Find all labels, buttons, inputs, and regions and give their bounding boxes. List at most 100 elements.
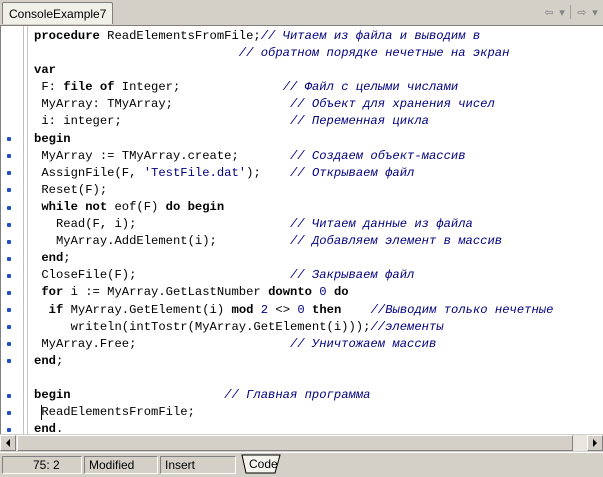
code-line[interactable]: end;	[34, 250, 553, 267]
code-line[interactable]: CloseFile(F); // Закрываем файл	[34, 267, 553, 284]
code-token: eof(F)	[107, 199, 166, 214]
code-line[interactable]: Read(F, i); // Читаем данные из файла	[34, 216, 553, 233]
code-keyword: file of	[63, 80, 115, 95]
breakpoint-dot-icon[interactable]	[7, 319, 13, 336]
breakpoint-dot-icon[interactable]	[7, 285, 13, 302]
code-tab-label: Code	[249, 457, 278, 471]
code-token: Integer;	[114, 80, 283, 95]
text-caret	[41, 405, 42, 421]
scroll-right-button[interactable]	[587, 435, 603, 451]
nav-separator	[570, 5, 571, 19]
code-token: i: integer;	[34, 114, 290, 129]
code-comment: // Добавляем элемент в массив	[289, 234, 503, 249]
code-token: ReadElementsFromFile;	[34, 405, 195, 420]
code-line[interactable]	[34, 370, 553, 387]
code-line[interactable]: begin // Главная программа	[34, 387, 553, 404]
code-token: i := MyArray.GetLastNumber	[63, 285, 269, 300]
forward-dropdown-icon[interactable]: ▾	[591, 4, 599, 20]
breakpoint-dot-icon[interactable]	[7, 165, 13, 182]
code-comment: // Объект для хранения чисел	[289, 97, 495, 112]
code-line[interactable]: MyArray: TMyArray; // Объект для хранени…	[34, 96, 553, 113]
code-line[interactable]: ReadElementsFromFile;	[34, 404, 553, 421]
code-keyword: do begin	[165, 199, 225, 214]
breakpoint-dot-icon[interactable]	[7, 182, 13, 199]
breakpoint-dot-icon[interactable]	[7, 233, 13, 250]
scroll-left-arrow-icon	[6, 439, 10, 447]
code-token: Read(F, i);	[34, 217, 290, 232]
code-line[interactable]: AssignFile(F, 'TestFile.dat'); // Открыв…	[34, 165, 553, 182]
horizontal-scrollbar[interactable]	[0, 434, 603, 451]
code-comment: // Читаем данные из файла	[289, 217, 473, 232]
code-keyword: then	[312, 302, 342, 317]
code-line[interactable]: MyArray := TMyArray.create; // Создаем о…	[34, 148, 553, 165]
code-line[interactable]: for i := MyArray.GetLastNumber downto 0 …	[34, 284, 553, 301]
navigation-buttons: ⇦ ▾ ⇨ ▾	[542, 4, 599, 20]
breakpoint-dot-icon[interactable]	[7, 216, 13, 233]
back-dropdown-icon[interactable]: ▾	[558, 4, 566, 20]
code-editor[interactable]: procedure ReadElementsFromFile; // Читаем…	[0, 26, 603, 436]
code-keyword: for	[41, 285, 64, 300]
breakpoint-dot-icon[interactable]	[7, 336, 13, 353]
code-keyword: end	[41, 251, 64, 266]
code-comment: // Создаем объект-массив	[289, 148, 466, 163]
code-line[interactable]: i: integer; // Переменная цикла	[34, 113, 553, 130]
tab-consoleexample7[interactable]: ConsoleExample7	[2, 2, 114, 24]
code-comment: // Уничтожаем массив	[289, 336, 437, 351]
breakpoint-dot-icon[interactable]	[7, 250, 13, 267]
code-line[interactable]: procedure ReadElementsFromFile;// Читаем…	[34, 28, 553, 45]
code-text[interactable]: procedure ReadElementsFromFile; // Читаем…	[34, 28, 553, 438]
code-comment: //Выводим только нечетные	[370, 302, 554, 317]
scrollbar-thumb[interactable]	[17, 435, 573, 451]
tab-code[interactable]: Code	[241, 454, 281, 474]
status-bar: 75: 2 Modified Insert Code	[0, 452, 603, 477]
breakpoint-dot-icon[interactable]	[7, 404, 13, 421]
code-token: Reset(F);	[34, 182, 108, 197]
gutter-divider	[23, 26, 24, 434]
code-line[interactable]: F: file of Integer; // Файл с целыми чис…	[34, 79, 553, 96]
code-line[interactable]: MyArray.AddElement(i); // Добавляем элем…	[34, 233, 553, 250]
forward-arrow-icon[interactable]: ⇨	[575, 4, 589, 20]
code-line[interactable]: Reset(F);	[34, 182, 553, 199]
code-token: 0	[297, 302, 305, 317]
scroll-left-button[interactable]	[0, 435, 16, 451]
code-line[interactable]: end;	[34, 353, 553, 370]
code-keyword: if	[48, 302, 64, 317]
breakpoint-dot-icon[interactable]	[7, 199, 13, 216]
code-keyword: begin	[34, 387, 71, 402]
code-token: writeln(intTostr(MyArray.GetElement(i)))…	[34, 319, 371, 334]
code-line[interactable]: // обратном порядке нечетные на экран	[34, 45, 553, 62]
modified-indicator: Modified	[84, 456, 158, 474]
code-line[interactable]: var	[34, 62, 553, 79]
scroll-right-arrow-icon	[593, 439, 597, 447]
cursor-position: 75: 2	[2, 456, 82, 474]
code-keyword: procedure	[34, 29, 100, 43]
code-token: ReadElementsFromFile;	[99, 29, 261, 43]
code-token: AssignFile(F,	[34, 165, 144, 180]
code-token: <>	[268, 302, 298, 317]
code-line[interactable]: writeln(intTostr(MyArray.GetElement(i)))…	[34, 319, 553, 336]
back-arrow-icon[interactable]: ⇦	[542, 4, 556, 20]
breakpoint-dot-icon[interactable]	[7, 302, 13, 319]
code-comment: // Закрываем файл	[289, 268, 415, 283]
code-line[interactable]: if MyArray.GetElement(i) mod 2 <> 0 then…	[34, 302, 554, 319]
code-keyword: while not	[41, 199, 108, 214]
code-comment: // Открываем файл	[290, 165, 415, 180]
code-token: F:	[34, 80, 64, 95]
code-keyword: do	[333, 285, 349, 300]
breakpoint-dot-icon[interactable]	[7, 267, 13, 284]
code-keyword: var	[34, 63, 56, 78]
breakpoint-dot-icon[interactable]	[7, 387, 13, 404]
breakpoint-dot-icon[interactable]	[7, 148, 13, 165]
code-line[interactable]: MyArray.Free; // Уничтожаем массив	[34, 336, 553, 353]
code-line[interactable]: while not eof(F) do begin	[34, 199, 553, 216]
code-comment: //элементы	[370, 319, 444, 334]
breakpoint-dot-icon[interactable]	[7, 131, 13, 148]
code-token: 2	[260, 302, 269, 317]
breakpoint-dot-icon[interactable]	[7, 353, 13, 370]
code-line[interactable]: begin	[34, 131, 553, 148]
margin-divider	[27, 26, 28, 434]
